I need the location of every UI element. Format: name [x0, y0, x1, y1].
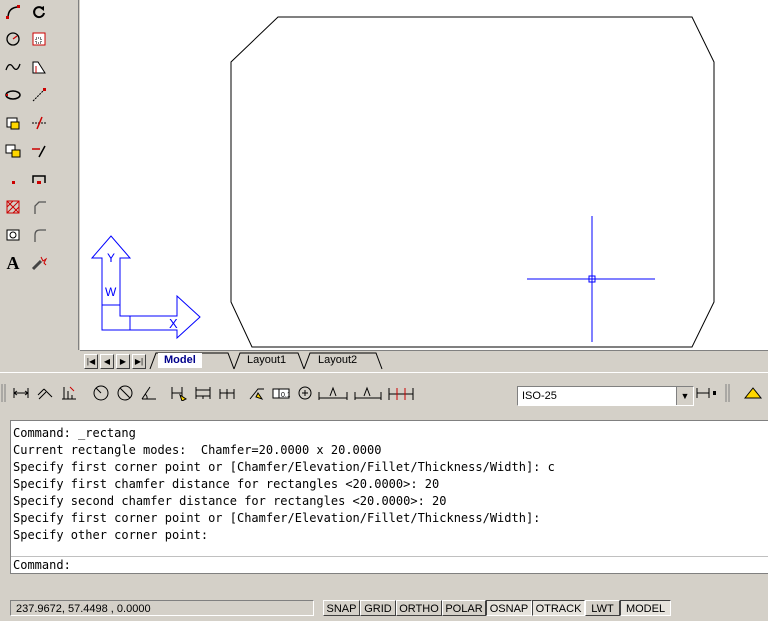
hatch-icon[interactable] [2, 196, 24, 218]
dimension-update-icon[interactable] [386, 382, 416, 404]
coordinates-display[interactable]: 237.9672, 57.4498 , 0.0000 [10, 600, 314, 616]
prev-tab-button[interactable]: ◀ [100, 354, 114, 369]
drawing-canvas[interactable]: Y W X [80, 0, 768, 350]
break-icon[interactable] [28, 140, 50, 162]
polar-toggle[interactable]: POLAR [442, 600, 486, 616]
multiline-text-icon[interactable]: A [2, 252, 24, 274]
ucs-w-label: W [105, 285, 117, 299]
crosshair-cursor [527, 216, 655, 342]
draw-modify-toolbars: A [0, 0, 79, 350]
join-icon[interactable] [28, 168, 50, 190]
linear-dimension-icon[interactable] [10, 382, 32, 404]
command-history: Command: _rectang Current rectangle mode… [11, 421, 768, 544]
circle-icon[interactable] [2, 28, 24, 50]
center-mark-icon[interactable] [294, 382, 316, 404]
command-line: Specify first corner point or [Chamfer/E… [13, 460, 555, 474]
grid-toggle[interactable]: GRID [360, 600, 396, 616]
toolbar-separator-icon [724, 382, 732, 404]
dimension-toolbar: 0.1 ISO-25 ▼ [0, 372, 768, 417]
trim-icon[interactable] [28, 84, 50, 106]
dimension-style-icon[interactable] [694, 382, 720, 404]
dimension-text-edit-icon[interactable] [352, 382, 384, 404]
quick-leader-icon[interactable] [246, 382, 268, 404]
ucs-x-label: X [169, 316, 178, 331]
ellipse-icon[interactable] [2, 84, 24, 106]
fillet-icon[interactable] [28, 224, 50, 246]
command-line: Specify first corner point or [Chamfer/E… [13, 511, 541, 525]
tab-model[interactable]: Model [158, 353, 202, 368]
region-icon[interactable] [2, 224, 24, 246]
spline-icon[interactable] [2, 56, 24, 78]
command-window[interactable]: Command: _rectang Current rectangle mode… [10, 420, 768, 574]
adjacent-toolbar-icon[interactable] [742, 382, 764, 404]
osnap-toggle[interactable]: OSNAP [486, 600, 532, 616]
quick-dimension-icon[interactable] [168, 382, 190, 404]
tolerance-icon[interactable]: 0.1 [270, 382, 292, 404]
arc-icon[interactable] [2, 1, 24, 23]
svg-text:0.1: 0.1 [281, 392, 290, 399]
command-line: Current rectangle modes: Chamfer=20.0000… [13, 443, 382, 457]
status-bar: 237.9672, 57.4498 , 0.0000 SNAP GRID ORT… [0, 597, 768, 621]
tab-layout2[interactable]: Layout2 [312, 353, 363, 368]
stretch-icon[interactable] [28, 56, 50, 78]
next-tab-button[interactable]: ▶ [116, 354, 130, 369]
radius-dimension-icon[interactable] [90, 382, 112, 404]
last-tab-button[interactable]: ▶| [132, 354, 146, 369]
extend-icon[interactable] [28, 112, 50, 134]
ucs-y-label: Y [107, 251, 115, 265]
dimension-style-value: ISO-25 [522, 390, 557, 402]
snap-toggle[interactable]: SNAP [323, 600, 360, 616]
dimension-style-dropdown[interactable]: ISO-25 ▼ [517, 386, 694, 406]
command-line: Specify other corner point: [13, 528, 209, 542]
ordinate-dimension-icon[interactable] [58, 382, 80, 404]
aligned-dimension-icon[interactable] [34, 382, 56, 404]
point-icon[interactable] [2, 168, 24, 190]
chamfered-rectangle[interactable] [230, 16, 715, 348]
command-line: Specify first chamfer distance for recta… [13, 477, 440, 491]
otrack-toggle[interactable]: OTRACK [532, 600, 585, 616]
explode-icon[interactable] [28, 252, 50, 274]
toolbar-grip-icon[interactable] [0, 382, 8, 404]
chevron-down-icon[interactable]: ▼ [676, 387, 693, 405]
diameter-dimension-icon[interactable] [114, 382, 136, 404]
rotate-icon[interactable] [28, 1, 50, 23]
angular-dimension-icon[interactable] [138, 382, 160, 404]
baseline-dimension-icon[interactable] [192, 382, 214, 404]
chamfer-icon[interactable] [28, 196, 50, 218]
make-block-icon[interactable] [2, 140, 24, 162]
command-line: Command: _rectang [13, 426, 136, 440]
first-tab-button[interactable]: |◀ [84, 354, 98, 369]
text-label: A [6, 252, 20, 273]
tab-layout1[interactable]: Layout1 [241, 353, 292, 368]
command-prompt-input[interactable]: Command: [11, 556, 768, 574]
ortho-toggle[interactable]: ORTHO [396, 600, 442, 616]
model-toggle[interactable]: MODEL [620, 600, 671, 616]
insert-block-icon[interactable] [2, 112, 24, 134]
lwt-toggle[interactable]: LWT [585, 600, 620, 616]
dimension-edit-icon[interactable] [316, 382, 350, 404]
layout-tabs-bar: |◀ ◀ ▶ ▶| Model Layout1 Layout2 [80, 350, 768, 371]
continue-dimension-icon[interactable] [216, 382, 238, 404]
command-line: Specify second chamfer distance for rect… [13, 494, 447, 508]
scale-icon[interactable] [28, 28, 50, 50]
